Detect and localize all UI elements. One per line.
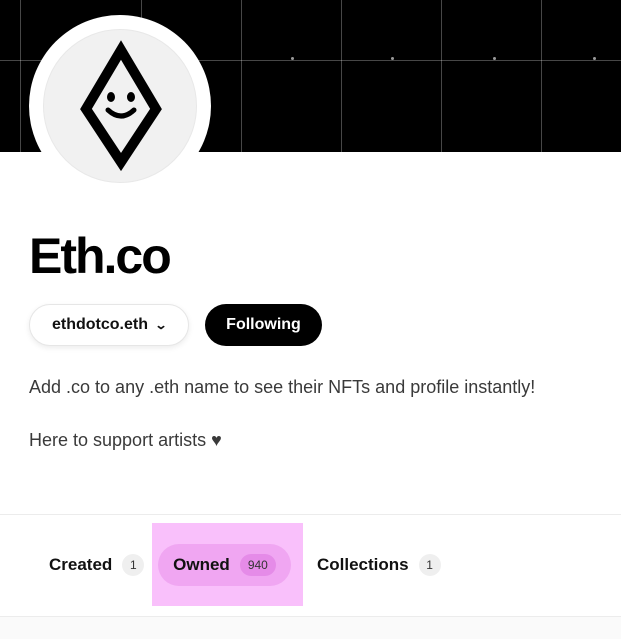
tab-label: Created (49, 555, 113, 574)
avatar[interactable] (43, 29, 197, 183)
tab-label: Collections (317, 555, 409, 574)
chevron-down-icon: ⌄ (154, 318, 168, 332)
content-area (0, 617, 621, 639)
tab-label: Owned (173, 555, 230, 574)
divider (0, 514, 621, 515)
bio-line: Here to support artists ♥ (29, 430, 222, 450)
diamond-smiley-icon (80, 40, 162, 172)
ens-name-label: ethdotco.eth (51, 316, 148, 333)
tab-count-badge: 940 (239, 554, 276, 576)
profile-name: Eth.co (29, 228, 172, 284)
tab-count-badge: 1 (418, 554, 441, 576)
tab-owned[interactable]: Owned 940 (158, 544, 291, 586)
tab-created[interactable]: Created 1 (49, 544, 145, 586)
ens-name-dropdown[interactable]: ethdotco.eth ⌄ (29, 304, 189, 346)
tab-collections[interactable]: Collections 1 (317, 544, 441, 586)
tab-count-badge: 1 (122, 554, 145, 576)
bio-line: Add .co to any .eth name to see their NF… (29, 377, 536, 397)
following-button[interactable]: Following (205, 304, 322, 346)
